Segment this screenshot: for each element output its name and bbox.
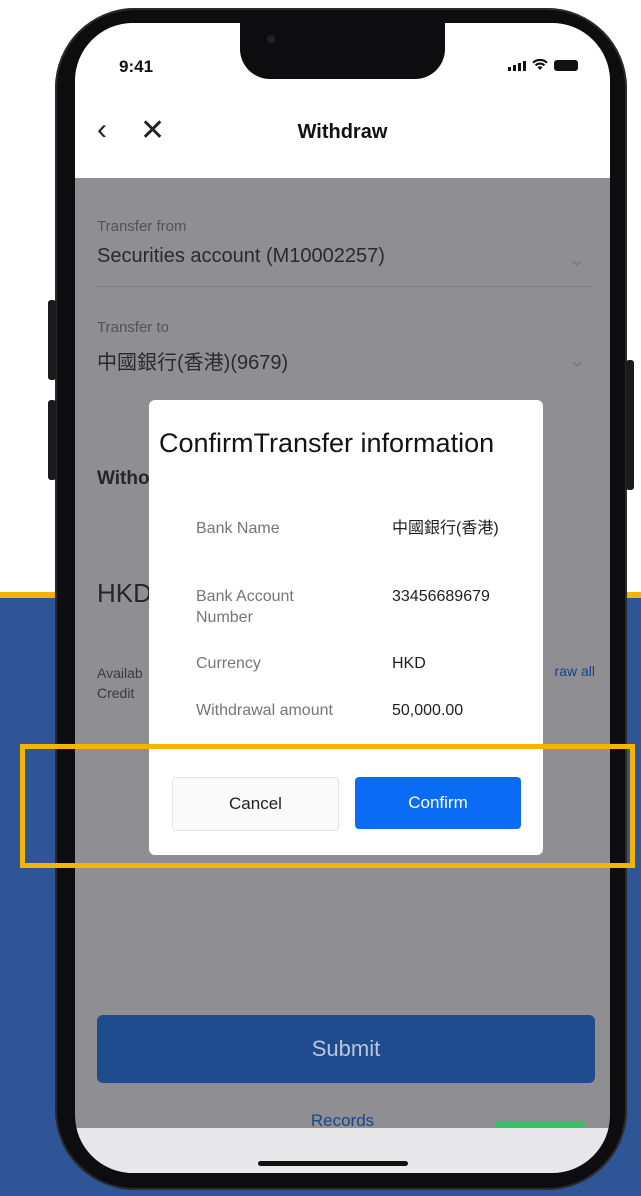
bottom-bar-area (75, 1128, 610, 1173)
divider (97, 286, 592, 287)
withdraw-form: Transfer from Securities account (M10002… (97, 218, 592, 375)
transfer-to-field[interactable]: Transfer to 中國銀行(香港)(9679) ⌄ (97, 319, 592, 375)
account-number-label: Bank Account Number (196, 588, 294, 626)
phone-side-button (48, 400, 56, 480)
available-label: Availab (97, 665, 143, 681)
status-icons (508, 59, 578, 71)
page-title: Withdraw (297, 121, 388, 143)
home-indicator (258, 1161, 408, 1166)
bank-name-value: 中國銀行(香港) (392, 520, 499, 537)
nav-header: ‹ ✕ Withdraw (75, 103, 610, 178)
chevron-down-icon: ⌄ (567, 246, 586, 271)
wifi-icon (532, 59, 548, 70)
withdrawal-amount-label: Withdrawal amount (196, 702, 333, 719)
battery-icon (554, 60, 578, 71)
status-time: 9:41 (119, 57, 154, 76)
submit-button[interactable]: Submit (97, 1015, 595, 1083)
phone-side-button (48, 300, 56, 380)
transfer-from-field[interactable]: Transfer from Securities account (M10002… (97, 218, 592, 287)
camera-icon (267, 35, 275, 43)
account-number-value: 33456689679 (392, 588, 490, 605)
transfer-from-value: Securities account (M10002257) (97, 245, 385, 267)
chevron-down-icon: ⌄ (567, 347, 586, 372)
transfer-to-label: Transfer to (97, 319, 169, 336)
withdrawal-amount-value: 50,000.00 (392, 702, 464, 719)
phone-notch (240, 23, 445, 79)
dialog-title: ConfirmTransfer information (159, 428, 495, 458)
highlight-box (20, 744, 635, 868)
signal-icon (508, 61, 526, 71)
green-indicator (495, 1121, 585, 1127)
status-bar: 9:41 (75, 23, 610, 103)
currency-label: HKD (97, 578, 152, 608)
phone-side-button (626, 360, 634, 490)
withdraw-all-link[interactable]: raw all (555, 663, 595, 679)
currency-row-label: Currency (196, 655, 261, 672)
bank-name-label: Bank Name (196, 520, 280, 537)
currency-row-value: HKD (392, 655, 426, 672)
withdraw-amount-label: Witho (97, 468, 150, 489)
transfer-to-value: 中國銀行(香港)(9679) (97, 352, 289, 374)
credit-label: Credit (97, 685, 135, 701)
transfer-from-label: Transfer from (97, 218, 187, 235)
available-balance-text: Availab Credit (97, 663, 143, 703)
